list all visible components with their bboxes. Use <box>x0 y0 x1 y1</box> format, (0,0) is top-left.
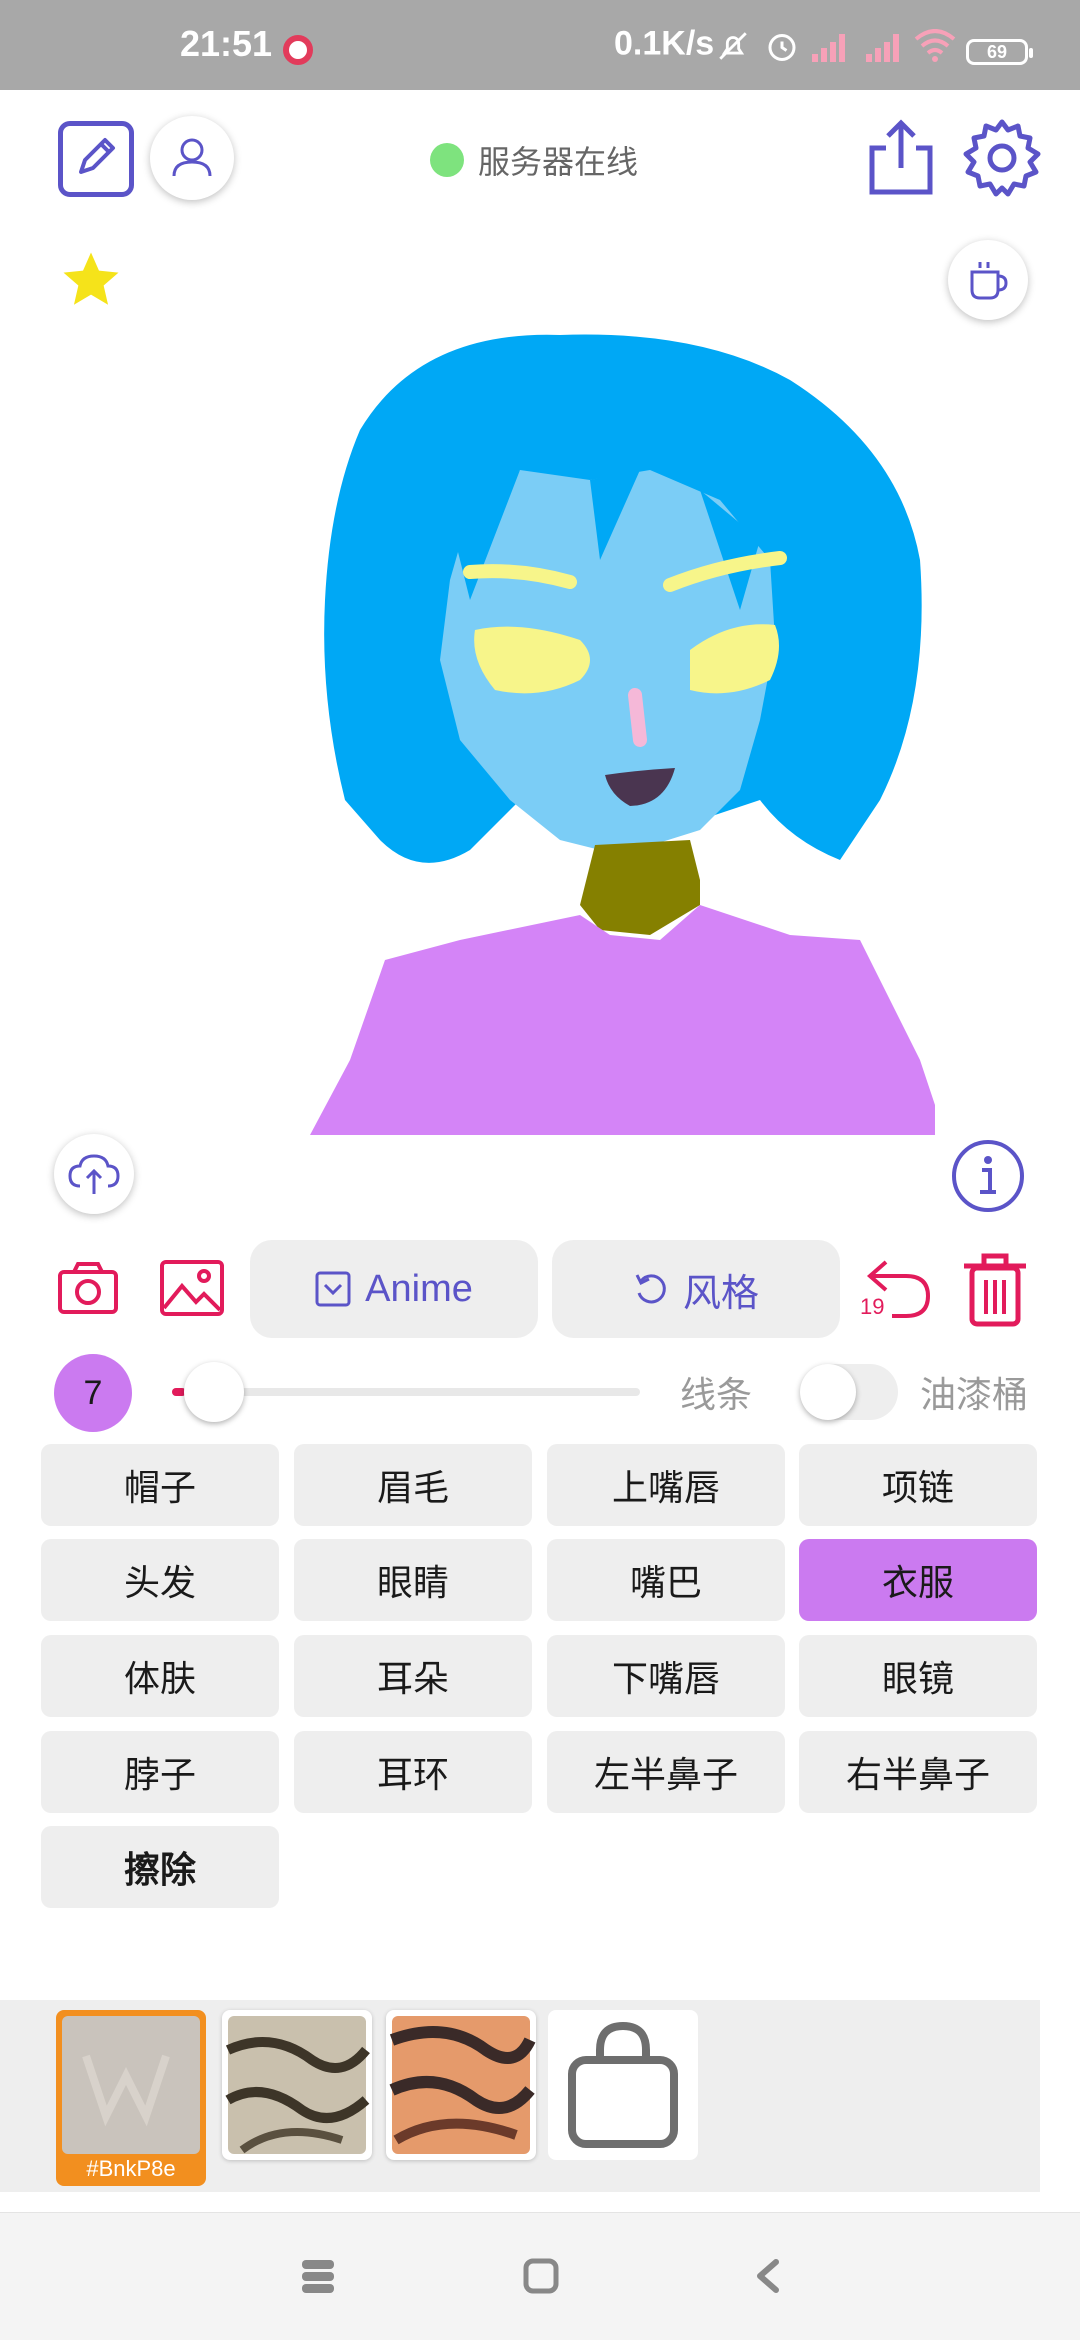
user-button[interactable] <box>150 116 234 200</box>
brush-size-indicator: 7 <box>54 1354 132 1432</box>
part-button[interactable]: 脖子 <box>41 1731 279 1813</box>
shopping-bag-icon <box>568 2021 678 2148</box>
status-bar: 21:51 0.1K/s 69 <box>0 0 1080 90</box>
camera-button[interactable] <box>56 1258 120 1318</box>
material-texture <box>225 2016 370 2154</box>
edit-button[interactable] <box>58 121 134 197</box>
pen-icon <box>79 138 115 174</box>
material-store-button[interactable] <box>548 2010 698 2160</box>
cloud-upload-icon <box>68 1154 120 1194</box>
server-status-label: 服务器在线 <box>478 143 639 181</box>
image-icon <box>160 1260 224 1316</box>
part-button[interactable]: 上嘴唇 <box>547 1444 785 1526</box>
alarm-icon <box>768 34 796 61</box>
battery-icon: 69 <box>966 39 1033 65</box>
wifi-icon <box>914 29 956 62</box>
part-button[interactable]: 嘴巴 <box>547 1539 785 1621</box>
material-thumbnail <box>62 2016 200 2154</box>
network-speed: 0.1K/s <box>614 24 715 63</box>
status-time: 21:51 <box>180 23 273 64</box>
toggle-knob <box>800 1364 856 1420</box>
part-button[interactable]: 头发 <box>41 1539 279 1621</box>
style-button[interactable]: 风格 <box>552 1240 840 1338</box>
mute-icon <box>719 32 747 60</box>
anime-label: Anime <box>365 1267 473 1310</box>
part-button[interactable]: 帽子 <box>41 1444 279 1526</box>
part-button[interactable]: 擦除 <box>41 1826 279 1908</box>
material-texture <box>389 2016 536 2154</box>
part-button[interactable]: 体肤 <box>41 1635 279 1717</box>
material-item-selected[interactable]: #BnkP8e <box>56 2010 206 2186</box>
part-button[interactable]: 眼镜 <box>799 1635 1037 1717</box>
gallery-button[interactable] <box>158 1258 226 1318</box>
signal-icon <box>866 34 899 62</box>
refresh-icon <box>633 1271 669 1307</box>
part-button[interactable]: 右半鼻子 <box>799 1731 1037 1813</box>
camera-icon <box>58 1262 118 1314</box>
info-button[interactable] <box>950 1138 1026 1214</box>
bucket-toggle[interactable] <box>800 1364 898 1420</box>
anime-button[interactable]: Anime <box>250 1240 538 1338</box>
part-button[interactable]: 下嘴唇 <box>547 1635 785 1717</box>
dropdown-box-icon <box>315 1271 351 1307</box>
nose-shape <box>628 688 647 747</box>
undo-count: 19 <box>860 1294 885 1319</box>
info-icon <box>952 1140 1024 1212</box>
home-nav-icon[interactable] <box>523 2258 559 2294</box>
trash-icon <box>964 1253 1026 1327</box>
material-tag: #BnkP8e <box>86 2156 176 2181</box>
part-button[interactable]: 眉毛 <box>294 1444 532 1526</box>
part-button[interactable]: 耳朵 <box>294 1635 532 1717</box>
recording-icon <box>283 35 313 65</box>
menu-nav-icon[interactable] <box>298 2258 338 2294</box>
part-button[interactable]: 衣服 <box>799 1539 1037 1621</box>
drawing-canvas[interactable] <box>0 300 1080 1160</box>
delete-button[interactable] <box>960 1250 1030 1328</box>
style-label: 风格 <box>682 1272 759 1315</box>
material-item[interactable] <box>386 2010 536 2160</box>
part-button[interactable]: 眼睛 <box>294 1539 532 1621</box>
upload-button[interactable] <box>54 1134 134 1214</box>
watermark-logo-icon <box>82 2054 170 2127</box>
gear-icon <box>963 119 1041 197</box>
part-button[interactable]: 左半鼻子 <box>547 1731 785 1813</box>
bucket-mode-label: 油漆桶 <box>920 1375 1029 1416</box>
server-status: 服务器在线 <box>430 137 638 183</box>
slider-thumb[interactable] <box>184 1362 245 1422</box>
share-button[interactable] <box>866 118 936 198</box>
material-item[interactable] <box>222 2010 372 2160</box>
settings-button[interactable] <box>962 118 1042 198</box>
status-dot-icon <box>430 143 464 177</box>
clothes-shape <box>310 905 935 1135</box>
back-nav-icon[interactable] <box>752 2258 782 2294</box>
user-icon <box>172 138 212 177</box>
part-button[interactable]: 项链 <box>799 1444 1037 1526</box>
signal-icon <box>812 34 845 62</box>
part-button[interactable]: 耳环 <box>294 1731 532 1813</box>
share-icon <box>869 119 933 195</box>
line-mode-label: 线条 <box>680 1375 753 1416</box>
